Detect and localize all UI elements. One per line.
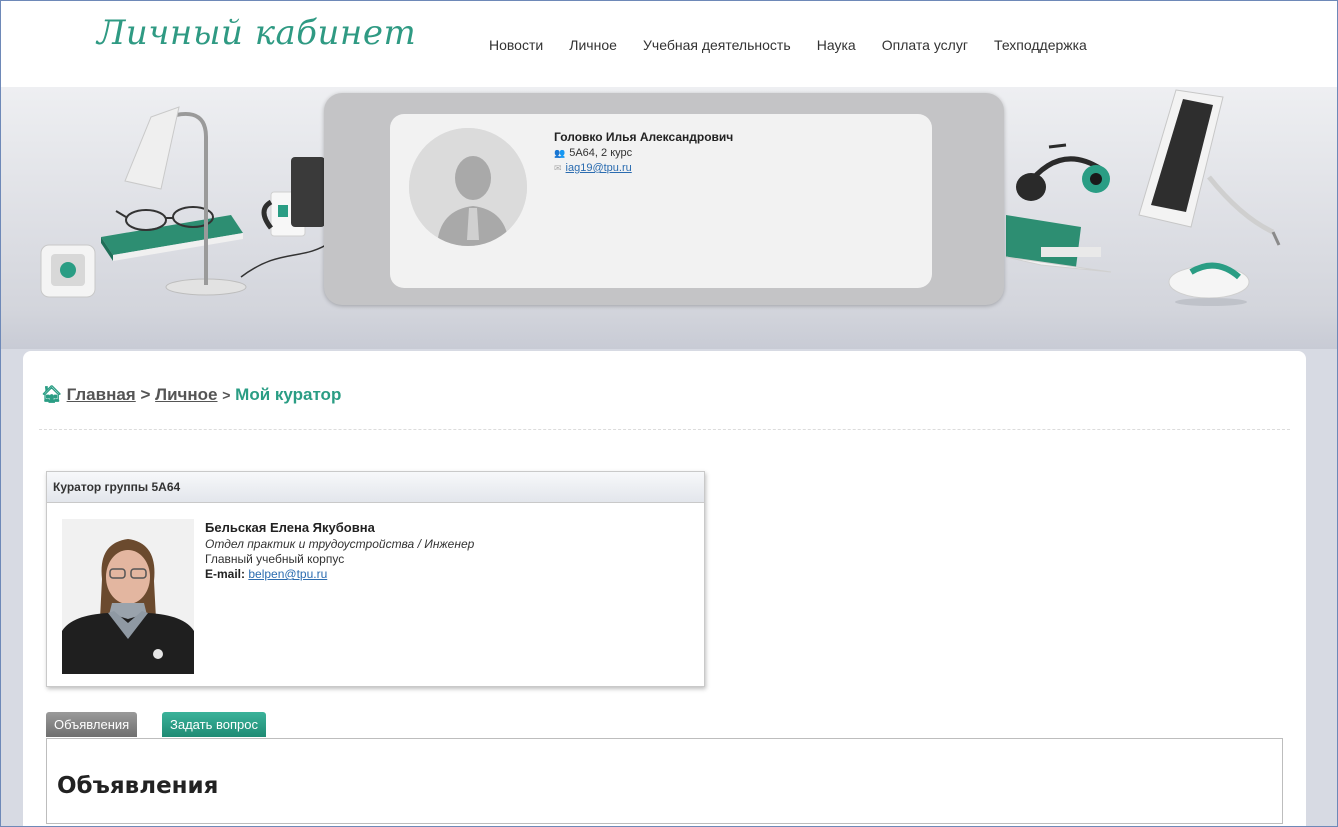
desk-lamp-icon bbox=[124, 106, 247, 296]
users-icon: 👥 bbox=[554, 148, 566, 158]
header: Личный кабинет Новости Личное Учебная де… bbox=[1, 1, 1337, 87]
main-content: 🏠︎ Главная > Личное > Мой куратор Куратор… bbox=[23, 351, 1306, 826]
envelope-icon: ✉ bbox=[554, 163, 562, 173]
email-label: E-mail: bbox=[205, 567, 246, 581]
profile-banner: Головко Илья Александрович 👥 5А64, 2 курс… bbox=[1, 87, 1337, 349]
breadcrumb-separator: > bbox=[140, 385, 151, 404]
smart-device-icon bbox=[40, 244, 96, 298]
avatar-silhouette-icon bbox=[409, 128, 527, 246]
tab-announcements[interactable]: Объявления bbox=[46, 712, 138, 737]
breadcrumb-home[interactable]: Главная bbox=[67, 385, 136, 404]
tab-ask-question[interactable]: Задать вопрос bbox=[162, 712, 266, 737]
nav-news[interactable]: Новости bbox=[489, 37, 543, 53]
divider bbox=[39, 429, 1290, 430]
curator-photo bbox=[62, 519, 194, 674]
user-name: Головко Илья Александрович bbox=[554, 130, 734, 144]
curator-email-link[interactable]: belpen@tpu.ru bbox=[248, 567, 327, 581]
profile-card: Головко Илья Александрович 👥 5А64, 2 курс… bbox=[390, 114, 932, 288]
curator-card: Куратор группы 5А64 Бельская Елена Якубо… bbox=[46, 471, 705, 687]
nav-personal[interactable]: Личное bbox=[569, 37, 617, 53]
site-logo[interactable]: Личный кабинет bbox=[97, 13, 416, 53]
panel-title: Объявления bbox=[57, 773, 219, 799]
user-email-line: ✉ iag19@tpu.ru bbox=[554, 162, 632, 174]
breadcrumb-personal[interactable]: Личное bbox=[155, 385, 217, 404]
user-group: 5А64, 2 курс bbox=[569, 147, 633, 159]
home-icon[interactable]: 🏠︎ bbox=[41, 385, 63, 404]
nav-science[interactable]: Наука bbox=[817, 37, 856, 53]
papers-icon bbox=[1005, 215, 1112, 273]
main-nav: Новости Личное Учебная деятельность Наук… bbox=[489, 35, 1108, 54]
monitor-icon bbox=[1138, 89, 1281, 246]
nav-payment[interactable]: Оплата услуг bbox=[882, 37, 968, 53]
curator-building: Главный учебный корпус bbox=[205, 552, 345, 566]
headset-icon bbox=[1016, 143, 1110, 201]
mouse-icon bbox=[1168, 262, 1250, 306]
curator-department: Отдел практик и трудоустройства / Инжене… bbox=[205, 537, 475, 551]
user-group-line: 👥 5А64, 2 курс bbox=[554, 147, 632, 159]
breadcrumb-separator: > bbox=[222, 387, 231, 403]
curator-email-line: E-mail: belpen@tpu.ru bbox=[205, 567, 327, 581]
curator-portrait-icon bbox=[62, 519, 194, 674]
tablet-icon bbox=[291, 157, 325, 227]
notebook-icon bbox=[101, 215, 243, 261]
user-email-link[interactable]: iag19@tpu.ru bbox=[566, 162, 632, 174]
user-avatar[interactable] bbox=[409, 128, 527, 246]
curator-card-title: Куратор группы 5А64 bbox=[47, 472, 704, 503]
curator-name: Бельская Елена Якубовна bbox=[205, 520, 375, 535]
profile-frame: Головко Илья Александрович 👥 5А64, 2 курс… bbox=[324, 93, 1004, 305]
nav-support[interactable]: Техподдержка bbox=[994, 37, 1087, 53]
browser-viewport: Личный кабинет Новости Личное Учебная де… bbox=[0, 0, 1338, 827]
tab-panel: Объявления bbox=[46, 738, 1283, 824]
nav-education[interactable]: Учебная деятельность bbox=[643, 37, 791, 53]
breadcrumb-current: Мой куратор bbox=[235, 385, 342, 404]
breadcrumb: 🏠︎ Главная > Личное > Мой куратор bbox=[41, 385, 341, 405]
